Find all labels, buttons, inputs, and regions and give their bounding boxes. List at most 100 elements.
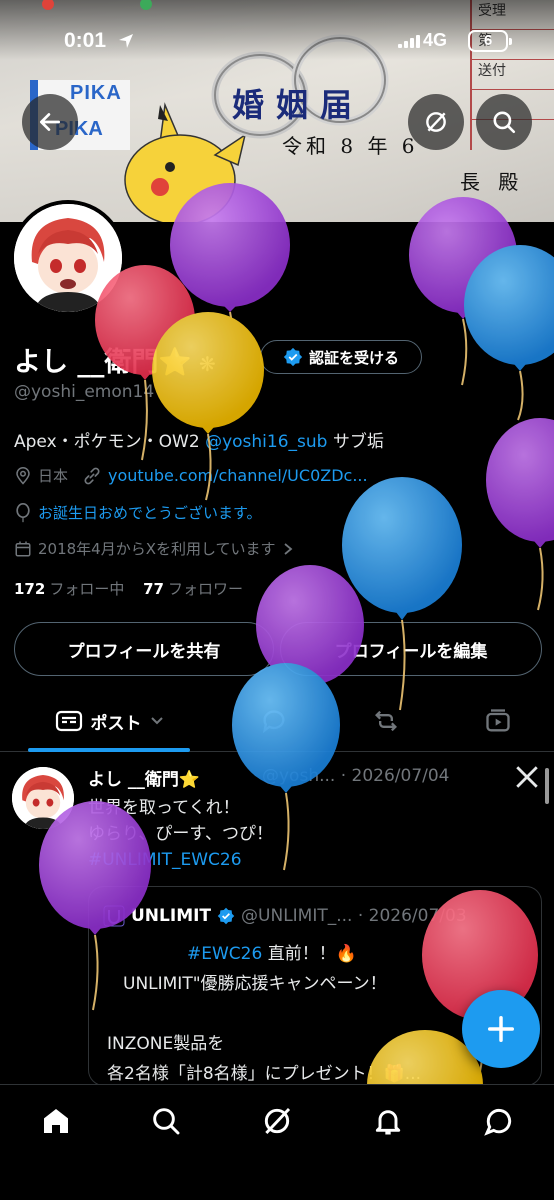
status-time: 0:01	[64, 29, 107, 52]
chevron-right-icon	[283, 542, 292, 555]
edit-profile-label: プロフィールを編集	[334, 641, 488, 662]
avatar-illustration	[12, 767, 74, 829]
tab-posts[interactable]: ポスト	[28, 690, 190, 752]
repost-icon	[375, 710, 397, 732]
back-button[interactable]	[22, 94, 78, 150]
followers-count: 77	[143, 580, 164, 598]
bottom-navigation	[0, 1084, 554, 1200]
bio-mention-link[interactable]: @yoshi16_sub	[205, 432, 327, 452]
document-date: 令和 8 年 6	[282, 134, 419, 158]
document-text: 長 殿	[460, 170, 525, 194]
joined-row[interactable]: 2018年4月からXを利用しています	[14, 538, 294, 559]
tweet-hashtag[interactable]: #UNLIMIT_EWC26	[88, 847, 273, 873]
calendar-icon	[15, 541, 31, 556]
birthday-row: お誕生日おめでとうございます。	[14, 502, 262, 523]
reply-icon	[262, 710, 285, 734]
nav-grok[interactable]	[257, 1101, 297, 1141]
grok-icon	[426, 112, 446, 132]
message-icon	[484, 1108, 512, 1136]
paw-icon: ❋	[192, 352, 216, 376]
unlimit-logo-icon	[103, 905, 125, 927]
tweet-handle-date: @yosh... · 2026/07/04	[262, 766, 450, 786]
bio-text: Apex・ポケモン・OW2	[14, 432, 206, 452]
battery-icon: 6	[468, 30, 512, 52]
search-icon	[493, 111, 516, 134]
following-count: 172	[14, 580, 46, 598]
balloon	[409, 197, 517, 386]
tab-replies[interactable]	[250, 690, 298, 752]
tweet-text: 世界を取ってくれ！ ゆらり、ぴーす、つぴ！ #UNLIMIT_EWC26	[88, 795, 273, 873]
followers-label: フォロワー	[167, 580, 243, 598]
profile-tabs: ポスト	[0, 690, 554, 752]
profile-avatar[interactable]	[10, 200, 126, 316]
bell-icon	[375, 1110, 401, 1135]
signal-icon	[398, 34, 420, 48]
quoted-body: #EWC26 直前！！🔥 UNLIMIT"優勝応援キャンペーン！ INZONE製…	[107, 939, 422, 1085]
follow-stats: 172 フォロー中 77 フォロワー	[14, 578, 243, 599]
search-icon	[153, 1108, 180, 1135]
tab-posts-label: ポスト	[90, 713, 142, 734]
link-icon	[84, 467, 100, 484]
tab-media[interactable]	[474, 690, 522, 752]
avatar-illustration	[14, 204, 122, 312]
grok-icon	[264, 1107, 291, 1135]
quoted-line: 直前！！🔥	[262, 944, 357, 964]
profile-handle: @yoshi_emon14	[14, 382, 155, 402]
plus-icon	[488, 1016, 514, 1042]
quoted-author: UNLIMIT	[131, 906, 212, 926]
share-profile-button[interactable]: プロフィールを共有	[14, 622, 274, 676]
nav-home[interactable]	[36, 1101, 76, 1141]
x-logo-icon[interactable]	[514, 764, 540, 790]
share-profile-label: プロフィールを共有	[67, 641, 221, 662]
balloon	[464, 245, 554, 421]
nav-notifications[interactable]	[368, 1101, 408, 1141]
quoted-line: UNLIMIT"優勝応援キャンペーン！	[123, 974, 387, 994]
profile-meta-row: 日本 youtube.com/channel/UC0ZDc...	[14, 465, 368, 486]
home-icon	[44, 1109, 68, 1133]
tab-reposts[interactable]	[362, 690, 410, 752]
verified-badge-icon	[217, 907, 235, 925]
bio-text: サブ垢	[327, 432, 384, 452]
pika-text: PIKA	[70, 82, 122, 104]
location-arrow-icon	[119, 34, 133, 48]
nav-search[interactable]	[146, 1101, 186, 1141]
profile-name-text: よし __衛門	[14, 347, 159, 378]
network-type: 4G	[423, 30, 448, 50]
profile-bio: Apex・ポケモン・OW2 @yoshi16_sub サブ垢	[14, 427, 384, 452]
compose-button[interactable]	[462, 990, 540, 1068]
tweet-avatar[interactable]	[12, 767, 74, 829]
chevron-down-icon[interactable]	[150, 716, 164, 726]
followers-link[interactable]: 77 フォロワー	[143, 580, 243, 598]
edit-profile-button[interactable]: プロフィールを編集	[280, 622, 542, 676]
status-bar: 0:01 4G 6	[0, 26, 554, 58]
following-link[interactable]: 172 フォロー中	[14, 580, 124, 598]
get-verified-button[interactable]: 認証を受ける	[260, 340, 422, 374]
quoted-line: INZONE製品を	[107, 1034, 225, 1054]
location-pin-icon	[16, 466, 30, 485]
nav-messages[interactable]	[479, 1101, 519, 1141]
battery-level: 6	[483, 32, 493, 49]
arrow-left-icon	[39, 113, 61, 131]
avatar	[14, 204, 122, 312]
video-icon	[486, 709, 510, 732]
tweet-line: ゆらり、ぴーす、つぴ！	[88, 824, 273, 844]
quoted-hashtag[interactable]: #EWC26	[187, 944, 262, 964]
quoted-tweet-header: UNLIMIT @UNLIMIT_... · 2026/07/03	[103, 905, 467, 927]
joined-date: 2018年4月からXを利用しています	[38, 540, 276, 558]
profile-name: よし __衛門⭐ ❋	[14, 340, 216, 379]
active-tab-indicator	[28, 748, 190, 752]
quoted-handle-date: @UNLIMIT_... · 2026/07/03	[241, 906, 467, 926]
search-button[interactable]	[476, 94, 532, 150]
tweet-author[interactable]: よし __衛門⭐	[88, 765, 200, 790]
verified-badge-icon	[283, 347, 303, 367]
star-emoji: ⭐	[158, 347, 193, 378]
grok-button[interactable]	[408, 94, 464, 150]
scrollbar[interactable]	[545, 768, 549, 804]
profile-location: 日本	[38, 467, 69, 485]
document-title: 婚姻届	[232, 86, 365, 124]
posts-icon	[55, 710, 82, 732]
balloon-icon	[16, 502, 30, 522]
birthday-message: お誕生日おめでとうございます。	[38, 504, 262, 522]
quoted-line: 各2名様「計8名様」にプレゼント！🎁...	[107, 1064, 422, 1084]
profile-url-link[interactable]: youtube.com/channel/UC0ZDc...	[108, 466, 368, 485]
